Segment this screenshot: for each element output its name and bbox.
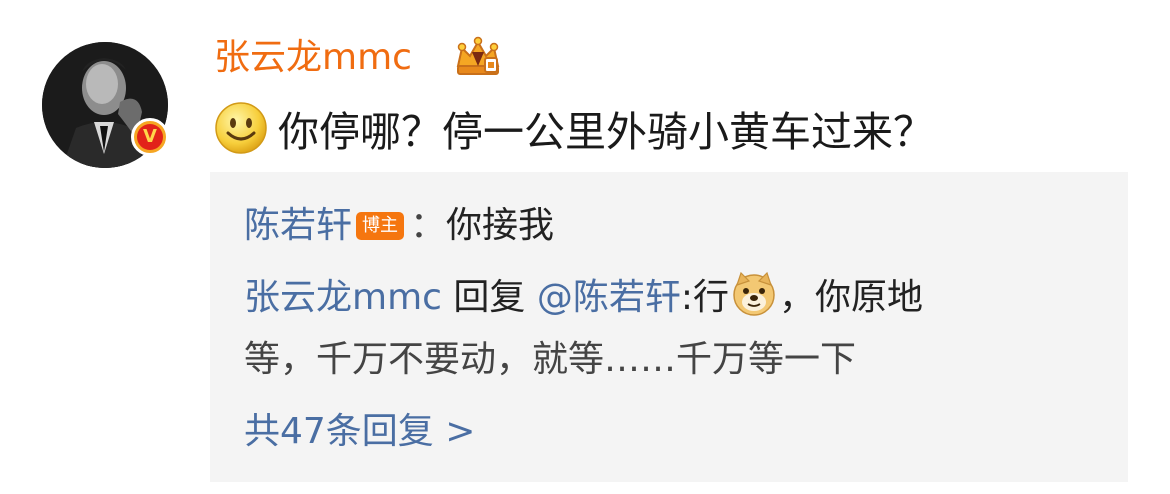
- weibo-comment-card: V 张云龙mmc 你停哪？停一公里外骑小黄车过来？ 陈若轩 博主 ：你接我 张云…: [0, 0, 1170, 494]
- doge-emoji-icon: [733, 271, 775, 316]
- reply-action: 回复: [441, 277, 537, 318]
- reply-separator: ：: [410, 205, 447, 246]
- reply-item: 张云龙mmc 回复 @陈若轩:行 ，你原地: [244, 270, 923, 326]
- reply-preview-box[interactable]: 陈若轩 博主 ：你接我 张云龙mmc 回复 @陈若轩:行 ，你原地 等，千万不要动，…: [210, 172, 1128, 482]
- reply-colon: :: [680, 277, 693, 318]
- reply-mention-link[interactable]: @陈若轩: [537, 277, 681, 318]
- comment-author-name[interactable]: 张云龙mmc: [214, 32, 412, 84]
- reply-text: 你接我: [446, 205, 555, 246]
- reply-item: 陈若轩 博主 ：你接我: [244, 198, 554, 254]
- comment-body: 你停哪？停一公里外骑小黄车过来？: [214, 100, 934, 156]
- comment-text: 你停哪？停一公里外骑小黄车过来？: [278, 108, 934, 156]
- reply-text-continued: 等，千万不要动，就等……千万等一下: [244, 339, 857, 380]
- more-replies-link[interactable]: 共47条回复 >: [244, 404, 475, 460]
- reply-author-name[interactable]: 陈若轩: [244, 205, 352, 246]
- reply-text: 行: [692, 277, 729, 318]
- verified-badge-label: V: [137, 124, 163, 150]
- vip-crown-icon[interactable]: [452, 36, 504, 80]
- smile-emoji-icon: [215, 102, 267, 154]
- reply-author-name[interactable]: 张云龙mmc: [244, 277, 442, 318]
- author-tag-badge: 博主: [356, 212, 405, 240]
- verified-badge: V: [131, 118, 169, 156]
- reply-text: ，你原地: [779, 277, 924, 318]
